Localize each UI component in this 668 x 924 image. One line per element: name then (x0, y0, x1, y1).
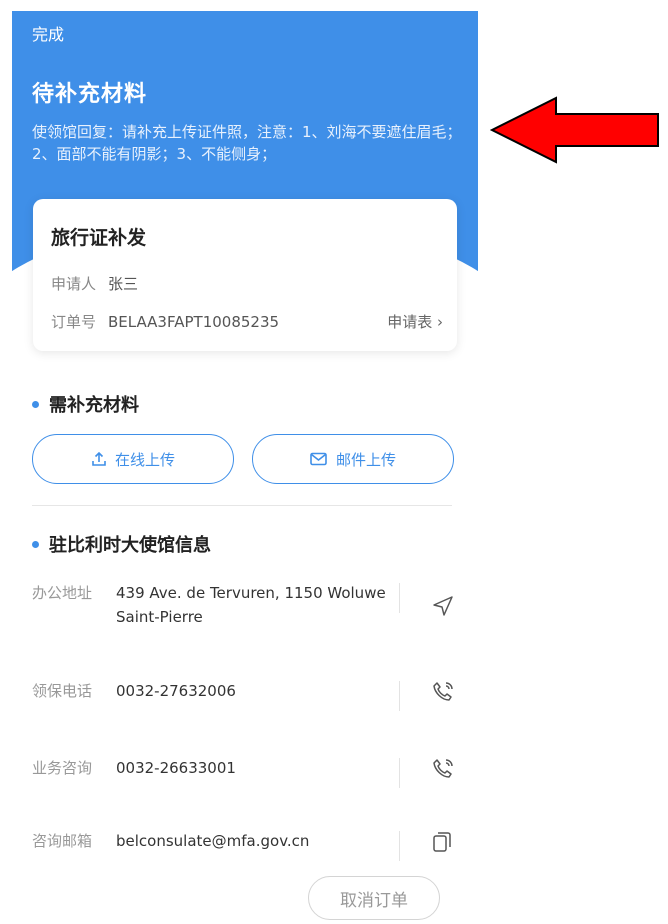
mail-icon (310, 452, 327, 465)
cancel-order-button[interactable]: 取消订单 (308, 876, 440, 920)
applicant-label: 申请人 (51, 275, 97, 293)
row-separator (399, 681, 400, 711)
consular-phone-value: 0032-27632006 (116, 682, 236, 700)
mail-upload-button[interactable]: 邮件上传 (252, 434, 454, 484)
section-divider (32, 505, 452, 506)
status-message: 使领馆回复：请补充上传证件照，注意：1、刘海不要遮住眉毛；2、面部不能有阴影；3… (32, 123, 462, 163)
business-phone-label: 业务咨询 (32, 759, 93, 777)
mail-upload-label: 邮件上传 (335, 450, 396, 469)
embassy-section-heading: 驻比利时大使馆信息 (32, 531, 211, 557)
online-upload-label: 在线上传 (114, 450, 175, 469)
application-form-link[interactable]: 申请表 › (387, 311, 443, 332)
online-upload-button[interactable]: 在线上传 (32, 434, 234, 484)
app-screen: 完成 待补充材料 使领馆回复：请补充上传证件照，注意：1、刘海不要遮住眉毛；2、… (12, 11, 478, 924)
done-button[interactable]: 完成 (32, 21, 64, 45)
address-value: 439 Ave. de Tervuren, 1150 Woluwe Saint-… (116, 584, 386, 626)
upload-icon (92, 451, 106, 466)
copy-icon[interactable] (432, 831, 452, 853)
row-separator (399, 758, 400, 788)
order-number-label: 订单号 (51, 313, 97, 331)
phone-icon[interactable] (432, 681, 454, 703)
red-arrow-annotation-icon (490, 96, 659, 164)
order-card: 旅行证补发 申请人 张三 订单号 BELAA3FAPT10085235 申请表 › (33, 199, 457, 351)
service-title: 旅行证补发 (51, 227, 147, 249)
applicant-row: 申请人 张三 (51, 273, 138, 294)
navigate-icon[interactable] (432, 595, 454, 617)
materials-section-heading: 需补充材料 (32, 391, 139, 417)
consular-phone-label: 领保电话 (32, 682, 93, 700)
address-label: 办公地址 (32, 584, 93, 602)
business-phone-value: 0032-26633001 (116, 759, 236, 777)
bullet-dot-icon (32, 540, 39, 548)
materials-heading-text: 需补充材料 (49, 395, 139, 416)
email-value: belconsulate@mfa.gov.cn (116, 832, 310, 850)
bottom-bar: 取消订单 (12, 864, 478, 924)
bullet-dot-icon (32, 400, 39, 408)
phone-icon[interactable] (432, 758, 454, 780)
status-title: 待补充材料 (32, 82, 148, 107)
row-separator (399, 831, 400, 861)
email-label: 咨询邮箱 (32, 832, 93, 850)
order-number-row: 订单号 BELAA3FAPT10085235 (51, 311, 279, 332)
embassy-heading-text: 驻比利时大使馆信息 (49, 535, 211, 556)
applicant-value: 张三 (108, 275, 139, 293)
order-number-value: BELAA3FAPT10085235 (108, 313, 280, 331)
row-separator (399, 583, 400, 613)
